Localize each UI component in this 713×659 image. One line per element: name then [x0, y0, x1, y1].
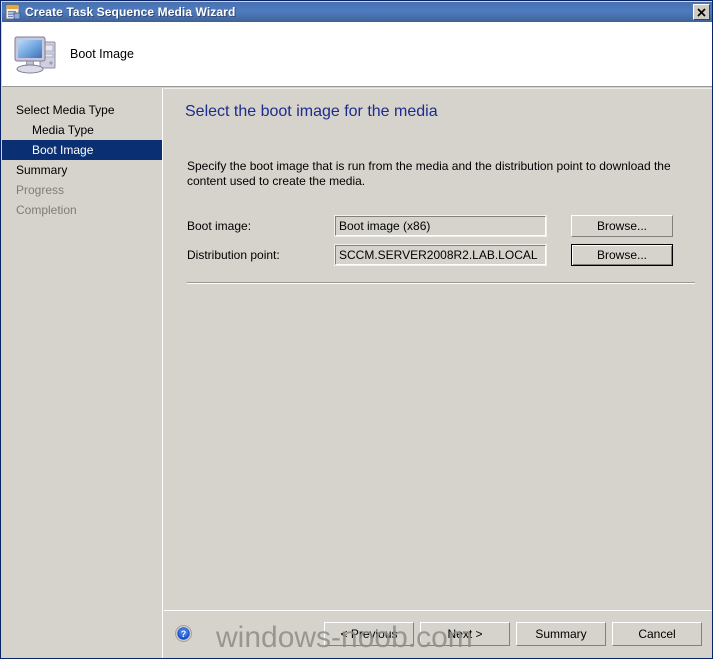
- summary-button[interactable]: Summary: [516, 622, 606, 646]
- help-question-icon[interactable]: ?: [175, 625, 192, 642]
- sidebar-item-media-type[interactable]: Media Type: [2, 120, 162, 140]
- title-bar: Create Task Sequence Media Wizard: [2, 2, 712, 22]
- window-title: Create Task Sequence Media Wizard: [25, 5, 236, 19]
- distribution-point-label: Distribution point:: [187, 248, 280, 262]
- next-button[interactable]: Next >: [420, 622, 510, 646]
- sidebar-item-label: Completion: [16, 203, 77, 217]
- header-title: Boot Image: [70, 47, 134, 61]
- boot-image-row: Boot image: Boot image (x86) Browse...: [187, 215, 697, 237]
- cancel-button[interactable]: Cancel: [612, 622, 702, 646]
- sidebar-item-completion: Completion: [2, 200, 162, 220]
- sidebar-item-label: Progress: [16, 183, 65, 197]
- wizard-window: Create Task Sequence Media Wizard Boot I…: [0, 0, 713, 659]
- page-description: Specify the boot image that is run from …: [187, 159, 671, 188]
- wizard-content-panel: Select the boot image for the media Spec…: [164, 88, 712, 608]
- footer-button-group: < Previous Next > Summary Cancel: [318, 622, 702, 646]
- distribution-point-row: Distribution point: SCCM.SERVER2008R2.LA…: [187, 244, 697, 266]
- wizard-step-sidebar: Select Media Type Media Type Boot Image …: [2, 88, 163, 658]
- wizard-footer: ? < Previous Next > Summary Cancel: [164, 610, 712, 658]
- form-divider: [187, 282, 695, 284]
- distribution-point-browse-button[interactable]: Browse...: [571, 244, 673, 266]
- boot-image-field[interactable]: Boot image (x86): [334, 215, 547, 237]
- sidebar-item-label: Boot Image: [32, 143, 94, 157]
- sidebar-item-summary[interactable]: Summary: [2, 160, 162, 180]
- boot-image-label: Boot image:: [187, 219, 252, 233]
- computer-icon: [12, 30, 62, 78]
- distribution-point-field[interactable]: SCCM.SERVER2008R2.LAB.LOCAL: [334, 244, 547, 266]
- boot-image-browse-button[interactable]: Browse...: [571, 215, 673, 237]
- previous-button[interactable]: < Previous: [324, 622, 414, 646]
- sidebar-item-progress: Progress: [2, 180, 162, 200]
- wizard-header: Boot Image: [2, 22, 712, 87]
- close-glyph: [697, 7, 706, 17]
- sidebar-item-label: Select Media Type: [16, 103, 115, 117]
- page-title: Select the boot image for the media: [185, 103, 438, 120]
- sidebar-item-boot-image[interactable]: Boot Image: [2, 140, 162, 160]
- wizard-icon: [5, 4, 21, 20]
- sidebar-item-select-media-type[interactable]: Select Media Type: [2, 100, 162, 120]
- sidebar-item-label: Summary: [16, 163, 68, 177]
- sidebar-item-label: Media Type: [32, 123, 94, 137]
- svg-text:?: ?: [181, 629, 187, 639]
- close-icon[interactable]: [693, 4, 710, 20]
